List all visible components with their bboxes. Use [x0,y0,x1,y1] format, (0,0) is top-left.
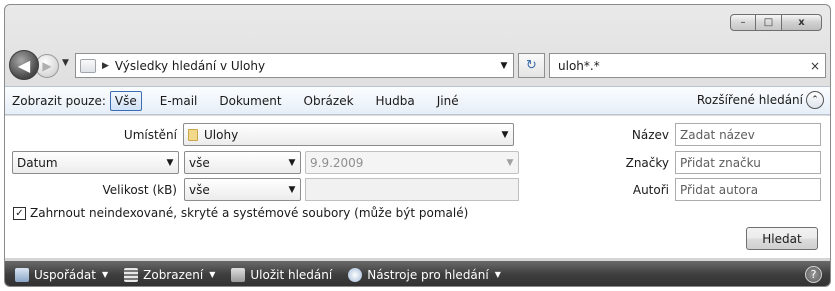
advanced-search-toggle[interactable]: Rozšířené hledání ⌃ [697,91,824,109]
chevron-down-icon: ▼ [288,184,296,195]
tags-label: Značky [625,155,669,170]
search-folder-icon [80,58,96,73]
date-value-picker[interactable]: 9.9.2009 ▼ [305,151,519,174]
chevron-down-icon: ▼ [209,270,216,279]
location-dropdown[interactable]: Ulohy ▼ [183,123,514,146]
folder-icon [188,128,198,141]
organize-icon [15,267,29,282]
save-icon [231,267,246,282]
command-bar: Uspořádat ▼ Zobrazení ▼ Uložit hledání N… [5,261,830,286]
views-menu[interactable]: Zobrazení ▼ [124,267,216,282]
chevron-down-icon: ▼ [506,157,514,168]
size-operator-dropdown[interactable]: vše ▼ [184,178,301,201]
filter-other[interactable]: Jiné [433,92,463,110]
filter-all[interactable]: Vše [109,90,142,111]
size-value-field[interactable] [305,178,519,201]
refresh-button[interactable]: ↻ [518,53,545,78]
date-operator-dropdown[interactable]: vše ▼ [184,151,301,174]
minimize-button[interactable]: – [730,14,756,31]
show-only-label: Zobrazit pouze: [12,93,106,108]
clear-search-icon[interactable]: × [805,59,825,73]
search-window: – □ x ▶ ◀ ▼ ▶ Výsledky hledání v Ulohy ▼… [4,4,831,287]
date-field-value: Datum [17,155,58,170]
filter-document[interactable]: Dokument [215,92,285,110]
views-icon [124,267,139,282]
help-icon[interactable]: ? [805,266,822,283]
date-operator-value: vše [189,155,210,170]
views-label: Zobrazení [143,267,204,282]
navigation-bar: ▶ ◀ ▼ ▶ Výsledky hledání v Ulohy ▼ ↻ ulo… [5,48,830,82]
close-button[interactable]: x [782,14,822,31]
chevron-up-icon: ⌃ [806,91,824,109]
size-label: Velikost (kB) [102,182,177,197]
tags-field[interactable]: Přidat značku [675,151,821,174]
breadcrumb-separator-icon[interactable]: ▶ [102,61,109,71]
address-bar[interactable]: ▶ Výsledky hledání v Ulohy ▼ [75,53,514,78]
location-value: Ulohy [204,127,239,142]
search-box[interactable]: uloh*.* × [549,53,826,78]
forward-arrow-icon: ▶ [42,59,52,73]
advanced-search-label: Rozšířené hledání [696,93,803,107]
chevron-down-icon: ▼ [166,157,174,168]
location-label: Umístění [123,127,177,142]
refresh-icon: ↻ [526,58,537,73]
save-search-button[interactable]: Uložit hledání [231,267,333,282]
date-value: 9.9.2009 [310,155,364,170]
name-field[interactable]: Zadat název [675,123,821,146]
filter-email[interactable]: E-mail [156,92,202,110]
back-button[interactable]: ◀ [9,50,39,80]
size-operator-value: vše [189,182,210,197]
address-dropdown-icon[interactable]: ▼ [495,61,513,71]
back-arrow-icon: ◀ [17,55,31,75]
organize-label: Uspořádat [34,267,96,282]
chevron-down-icon: ▼ [288,157,296,168]
name-label: Název [631,127,669,142]
chevron-down-icon: ▼ [501,129,509,140]
search-input[interactable]: uloh*.* [558,59,805,73]
search-button[interactable]: Hledat [746,227,818,250]
address-path[interactable]: Výsledky hledání v Ulohy [115,59,495,73]
include-hidden-checkbox[interactable]: ✓ [13,206,26,220]
authors-label: Autoři [632,182,669,197]
include-hidden-label: Zahrnout neindexované, skryté a systémov… [30,206,469,220]
magnifier-icon [348,267,363,282]
filter-picture[interactable]: Obrázek [300,92,358,110]
chevron-down-icon: ▼ [101,270,109,279]
include-hidden-option[interactable]: ✓ Zahrnout neindexované, skryté a systém… [13,206,468,220]
recent-pages-button[interactable]: ▼ [62,58,69,68]
authors-field[interactable]: Přidat autora [675,178,821,201]
window-controls: – □ x [730,14,822,31]
chevron-down-icon: ▼ [494,270,501,279]
search-tools-label: Nástroje pro hledání [367,267,489,282]
date-field-dropdown[interactable]: Datum ▼ [12,151,179,174]
filter-music[interactable]: Hudba [372,92,419,110]
save-search-label: Uložit hledání [250,267,333,282]
advanced-search-panel: Umístění Ulohy ▼ Datum ▼ vše ▼ 9.9.2009 … [5,116,830,258]
search-tools-menu[interactable]: Nástroje pro hledání ▼ [348,267,501,282]
organize-menu[interactable]: Uspořádat ▼ [15,267,109,282]
maximize-button[interactable]: □ [756,14,782,31]
search-filter-bar: Zobrazit pouze: Vše E-mail Dokument Obrá… [5,86,830,115]
